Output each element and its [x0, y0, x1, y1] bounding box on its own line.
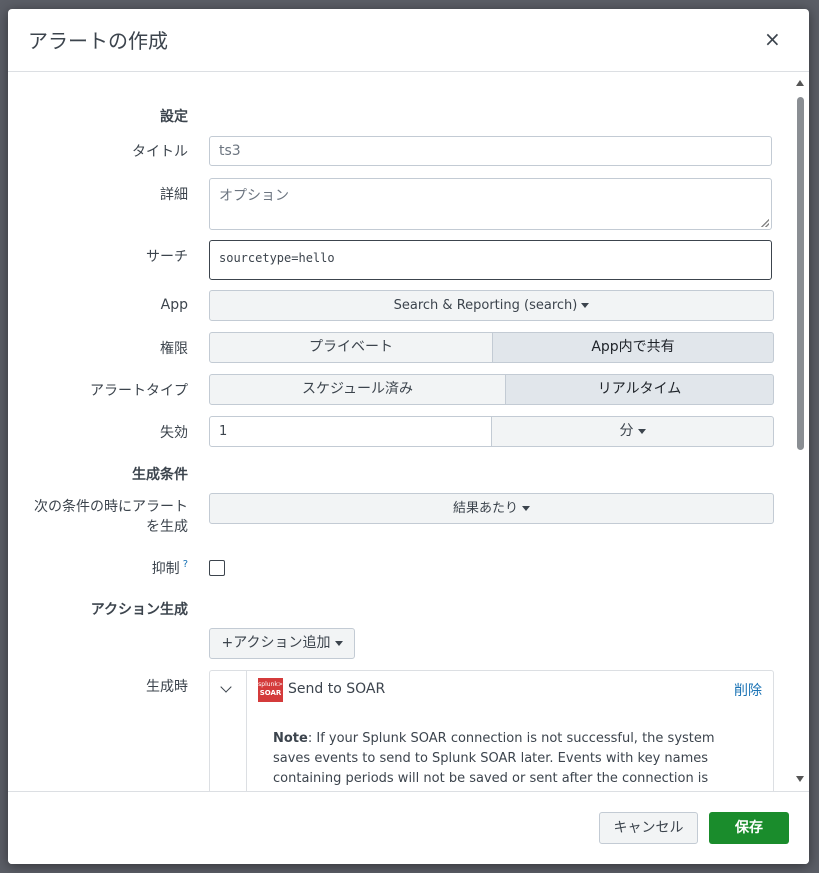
expires-unit-value: 分 — [619, 423, 634, 439]
add-actions-label: +アクション追加 — [221, 635, 331, 651]
action-panel-send-to-soar: splunk> SOAR Send to SOAR 削除 Note: If yo… — [209, 670, 774, 791]
search-input[interactable]: sourcetype=hello — [209, 240, 772, 280]
action-panel-divider — [246, 671, 247, 791]
app-label: App — [160, 297, 188, 313]
section-settings: 設定 — [160, 109, 188, 125]
trigger-alert-when-value: 結果あたり — [452, 501, 518, 516]
permission-private-option[interactable]: プライベート — [209, 332, 493, 363]
cancel-button[interactable]: キャンセル — [599, 812, 698, 844]
alert-type-scheduled-option[interactable]: スケジュール済み — [209, 374, 506, 405]
dialog-footer: キャンセル 保存 — [8, 791, 809, 864]
permission-shared-app-option[interactable]: App内で共有 — [493, 332, 774, 363]
trigger-alert-when-label-line1: 次の条件の時にアラート — [34, 499, 188, 515]
scrollbar-thumb[interactable] — [797, 97, 804, 450]
create-alert-dialog: アラートの作成 × 設定 タイトル ts3 詳細 オプション サーチ sourc… — [8, 9, 809, 864]
caret-down-icon — [334, 640, 343, 646]
caret-down-icon — [522, 506, 530, 511]
section-trigger-actions: アクション生成 — [90, 602, 188, 618]
help-icon[interactable]: ? — [183, 559, 188, 570]
dialog-header: アラートの作成 × — [8, 9, 809, 72]
dialog-body: 設定 タイトル ts3 詳細 オプション サーチ sourcetype=hell… — [8, 72, 809, 791]
description-placeholder: オプション — [219, 188, 289, 204]
chevron-down-icon[interactable] — [220, 681, 232, 693]
throttle-label: 抑制? — [10, 558, 188, 578]
section-trigger-conditions: 生成条件 — [132, 467, 188, 483]
trigger-alert-when-label-line2: を生成 — [146, 519, 188, 535]
when-triggered-label: 生成時 — [146, 679, 188, 695]
trigger-alert-when-label: 次の条件の時にアラート を生成 — [10, 497, 188, 537]
splunk-soar-logo-icon: splunk> SOAR — [258, 678, 283, 702]
description-label: 詳細 — [160, 187, 188, 203]
scrollbar[interactable] — [795, 80, 805, 785]
resize-grip-icon[interactable] — [761, 219, 769, 227]
delete-action-link[interactable]: 削除 — [734, 680, 762, 700]
expires-input[interactable]: 1 — [209, 416, 492, 447]
throttle-label-text: 抑制 — [151, 561, 180, 577]
expires-unit-dropdown[interactable]: 分 — [491, 416, 774, 447]
scroll-up-arrow-icon[interactable] — [796, 80, 804, 86]
description-textarea[interactable]: オプション — [209, 178, 772, 230]
add-actions-button[interactable]: +アクション追加 — [209, 628, 355, 659]
close-icon[interactable]: × — [764, 29, 781, 49]
app-dropdown[interactable]: Search & Reporting (search) — [209, 290, 774, 321]
scroll-down-arrow-icon[interactable] — [796, 776, 804, 782]
note-text: : If your Splunk SOAR connection is not … — [273, 731, 715, 786]
alert-type-realtime-option[interactable]: リアルタイム — [506, 374, 774, 405]
title-input[interactable]: ts3 — [209, 136, 772, 166]
note-label: Note — [273, 731, 308, 746]
trigger-alert-when-dropdown[interactable]: 結果あたり — [209, 493, 774, 524]
throttle-checkbox[interactable] — [209, 560, 225, 576]
caret-down-icon — [637, 428, 646, 434]
permissions-label: 権限 — [160, 341, 188, 357]
dialog-title: アラートの作成 — [28, 29, 168, 53]
expires-label: 失効 — [160, 425, 188, 441]
caret-down-icon — [581, 303, 590, 308]
action-note: Note: If your Splunk SOAR connection is … — [273, 729, 743, 791]
search-label: サーチ — [146, 249, 188, 265]
save-button[interactable]: 保存 — [709, 812, 789, 844]
app-dropdown-value: Search & Reporting (search) — [393, 298, 578, 313]
alert-type-label: アラートタイプ — [90, 383, 188, 399]
title-label: タイトル — [132, 144, 188, 160]
action-name: Send to SOAR — [288, 681, 386, 697]
